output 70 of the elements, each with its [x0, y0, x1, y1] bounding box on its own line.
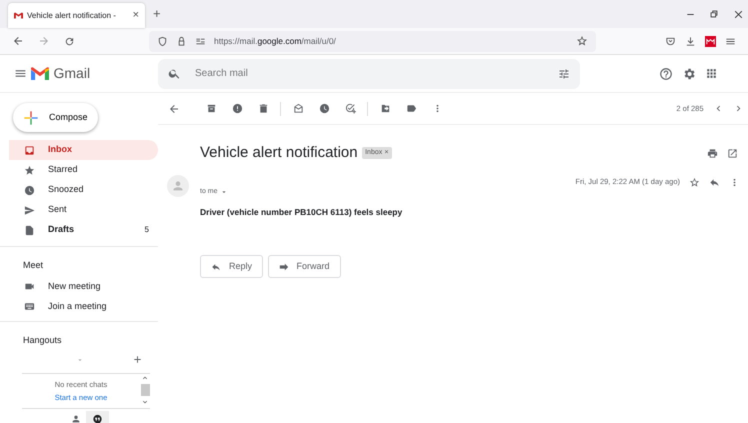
inbox-icon	[24, 144, 35, 156]
plus-icon	[23, 110, 39, 126]
folder-item[interactable]: Inbox	[9, 140, 158, 160]
star-icon	[24, 164, 35, 176]
folder-item[interactable]: Snoozed	[9, 180, 158, 200]
send-icon	[24, 204, 35, 216]
pocket-icon[interactable]	[665, 36, 676, 46]
settings-icon[interactable]	[682, 66, 696, 80]
keyboard-icon	[24, 301, 35, 312]
scroll-down-icon[interactable]	[141, 398, 149, 406]
reply-icon[interactable]	[709, 176, 720, 188]
url-text: https://mail.google.com/mail/u/0/	[214, 34, 336, 48]
close-icon[interactable]	[732, 8, 744, 20]
extension-icon[interactable]	[705, 36, 716, 46]
clock-icon	[24, 184, 35, 196]
bookmark-star-icon[interactable]	[576, 35, 588, 48]
filter-options-icon[interactable]	[558, 68, 570, 80]
forward-button[interactable]: Forward	[268, 255, 341, 278]
new-window-icon[interactable]	[726, 148, 738, 158]
browser-tab[interactable]: Vehicle alert notification - ×	[8, 3, 145, 28]
tab-title: Vehicle alert notification -	[27, 10, 117, 22]
print-icon[interactable]	[706, 148, 718, 158]
back-icon[interactable]	[168, 102, 180, 114]
scroll-up-icon[interactable]	[141, 374, 149, 382]
address-bar[interactable]: https://mail.google.com/mail/u/0/	[149, 30, 596, 52]
email-body: Driver (vehicle number PB10CH 6113) feels sleepy	[200, 206, 404, 218]
file-icon	[24, 224, 35, 236]
email-subject: Vehicle alert notification	[200, 142, 358, 163]
contacts-icon[interactable]	[71, 414, 82, 423]
chat-bubble-icon[interactable]	[92, 414, 103, 423]
meet-item[interactable]: New meeting	[0, 276, 158, 296]
star-icon[interactable]	[689, 176, 700, 188]
forward-icon	[278, 262, 289, 272]
lock-icon	[176, 36, 187, 46]
search-bar[interactable]: Search mail	[158, 58, 580, 88]
apps-grid-icon[interactable]	[705, 67, 718, 80]
video-camera-icon	[24, 281, 35, 292]
folder-item[interactable]: Starred	[9, 160, 158, 180]
archive-icon[interactable]	[206, 103, 216, 114]
avatar-icon	[167, 175, 189, 197]
app-name: Gmail	[54, 64, 90, 83]
compose-button[interactable]: Compose	[13, 103, 98, 132]
new-tab-button[interactable]: +	[153, 4, 161, 23]
shield-icon	[157, 36, 168, 46]
download-icon[interactable]	[685, 36, 696, 46]
label-icon[interactable]	[406, 103, 416, 114]
gmail-logo-icon	[14, 12, 23, 19]
folder-item[interactable]: Sent	[9, 200, 158, 220]
reply-icon	[211, 262, 221, 272]
reload-icon[interactable]	[64, 36, 75, 46]
meet-item[interactable]: Join a meeting	[0, 296, 158, 316]
gmail-logo-icon	[31, 66, 49, 80]
search-field[interactable]: Search mail	[193, 65, 546, 82]
snooze-icon[interactable]	[318, 103, 330, 114]
draft-count: 5	[144, 224, 149, 236]
close-tab-button[interactable]: ×	[132, 7, 139, 24]
help-icon[interactable]	[659, 66, 673, 80]
restore-icon[interactable]	[709, 9, 719, 19]
trash-icon[interactable]	[258, 103, 268, 114]
folder-item[interactable]: Drafts 5	[9, 220, 158, 240]
move-to-folder-icon[interactable]	[380, 103, 390, 114]
add-task-icon[interactable]	[344, 103, 356, 114]
section-title: Hangouts	[22, 334, 63, 347]
section-title: Meet	[22, 259, 44, 272]
mark-unread-icon[interactable]	[292, 103, 304, 114]
search-icon[interactable]	[168, 67, 181, 80]
reply-button[interactable]: Reply	[200, 255, 264, 278]
spam-icon[interactable]	[232, 103, 242, 114]
add-icon[interactable]	[132, 354, 143, 366]
back-icon[interactable]	[12, 35, 24, 47]
